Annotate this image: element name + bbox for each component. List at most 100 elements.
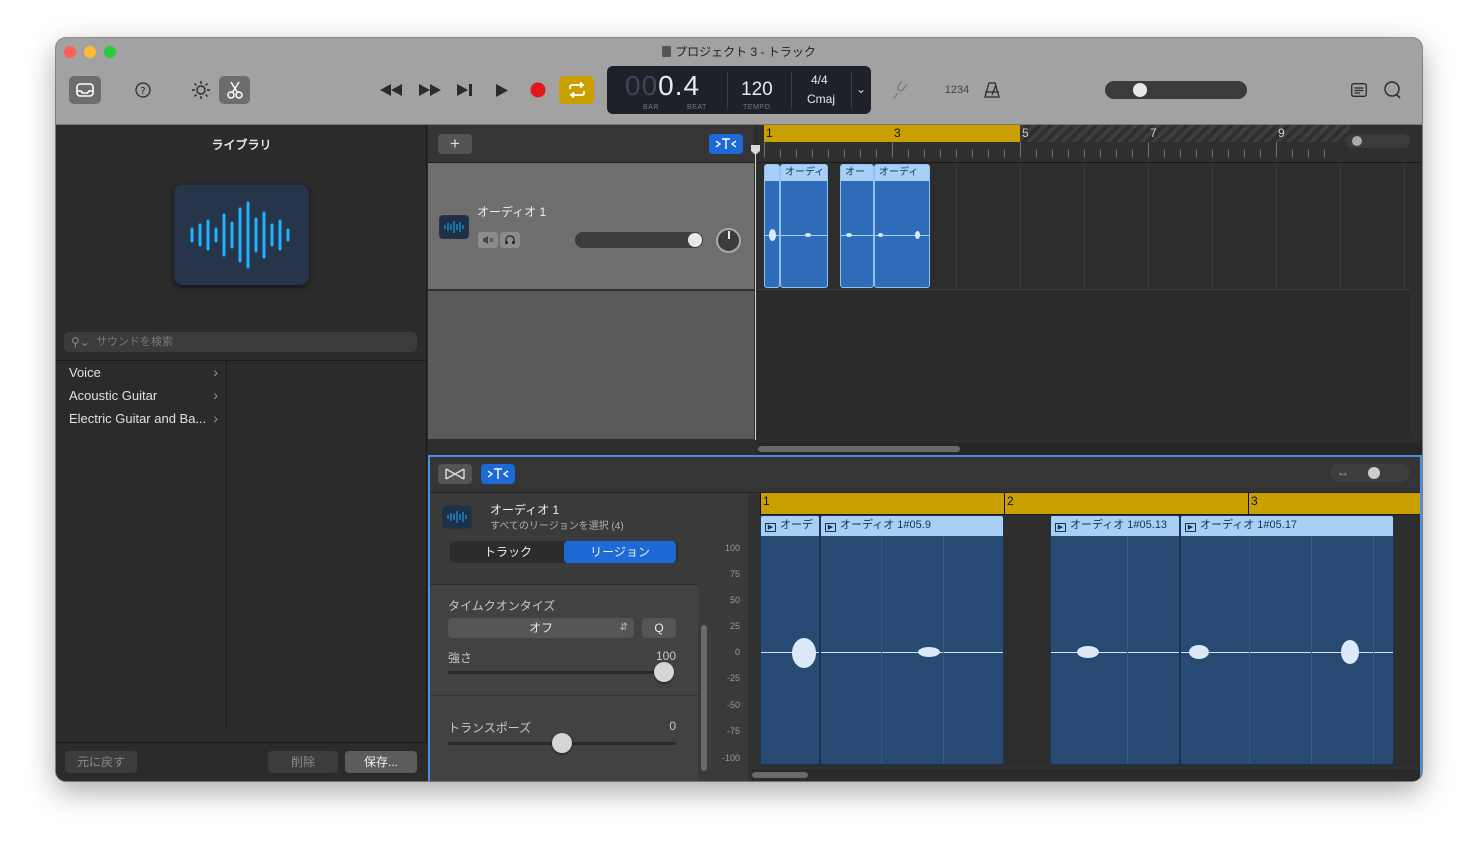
smart-controls-button[interactable]	[189, 79, 213, 101]
audio-region[interactable]	[764, 164, 780, 288]
scissors-icon	[226, 81, 243, 99]
editor-ruler-bar-1: 1	[763, 494, 770, 508]
help-button[interactable]: ?	[133, 80, 153, 100]
audio-editor: ↔ オーディオ 1 すべてのリージョンを選択 (4) トラック リージョン タイ…	[428, 455, 1422, 781]
strength-slider[interactable]	[448, 671, 666, 674]
audio-region[interactable]: オーディ	[874, 164, 930, 288]
lcd-time-signature[interactable]: 4/4	[811, 73, 828, 87]
cycle-region[interactable]	[764, 125, 1020, 142]
transpose-slider-knob[interactable]	[552, 733, 572, 753]
play-region-icon: ▶	[825, 523, 836, 532]
zoom-knob[interactable]	[1352, 136, 1362, 146]
editor-region[interactable]: ▶ オーディオ 1#05.13	[1050, 515, 1180, 765]
editor-ruler-bar-3: 3	[1251, 494, 1258, 508]
add-track-button[interactable]: +	[438, 134, 472, 154]
editor-horizontal-scrollbar[interactable]	[752, 769, 1420, 781]
library-item-acoustic-guitar[interactable]: Acoustic Guitar ›	[56, 384, 226, 407]
count-in-button[interactable]: 1234	[942, 82, 972, 98]
play-region-icon: ▶	[765, 523, 776, 532]
save-button[interactable]: 保存...	[345, 751, 417, 773]
lcd-bar-label: BAR	[643, 104, 659, 111]
db-label: -25	[726, 673, 740, 683]
library-item-electric-guitar[interactable]: Electric Guitar and Ba... ›	[56, 407, 226, 430]
search-input[interactable]: ⚲⌄ サウンドを検索	[64, 332, 417, 352]
loop-browser-button[interactable]	[1382, 79, 1404, 101]
delete-button[interactable]: 削除	[268, 751, 338, 773]
pan-knob[interactable]	[716, 228, 741, 253]
tuning-fork-icon	[893, 81, 908, 99]
horizontal-zoom-slider[interactable]	[1346, 134, 1410, 148]
audio-region[interactable]: オーディ	[780, 164, 828, 288]
editor-region[interactable]: ▶ オーディオ 1#05.9	[820, 515, 1004, 765]
solo-button[interactable]	[500, 232, 520, 248]
catch-playhead-button[interactable]	[709, 134, 743, 154]
db-label: -75	[726, 726, 740, 736]
mute-button[interactable]	[478, 232, 498, 248]
fast-forward-icon	[419, 84, 441, 96]
db-label: 75	[729, 569, 740, 579]
audio-region[interactable]: オー	[840, 164, 874, 288]
inbox-icon	[76, 83, 94, 97]
track-header[interactable]: オーディオ 1	[428, 163, 754, 290]
metronome-icon	[984, 82, 1000, 98]
track-lane[interactable]: オーディ オー オーディ	[758, 163, 1410, 290]
strength-value: 100	[655, 649, 676, 663]
strength-slider-knob[interactable]	[654, 662, 674, 682]
help-icon: ?	[135, 82, 151, 98]
track-volume-knob[interactable]	[688, 233, 702, 247]
window-title: プロジェクト 3 - トラック	[56, 43, 1422, 60]
toolbar: プロジェクト 3 - トラック ? 000.4 BAR BEAT 120 TEM…	[56, 38, 1422, 125]
chevron-right-icon: ›	[213, 387, 218, 403]
revert-button[interactable]: 元に戻す	[65, 751, 137, 773]
editor-inspector: オーディオ 1 すべてのリージョンを選択 (4) トラック リージョン タイムク…	[430, 493, 748, 781]
quantize-button[interactable]: Q	[642, 618, 676, 638]
tab-region[interactable]: リージョン	[564, 541, 676, 563]
ruler-bar-5: 5	[1022, 126, 1029, 140]
lcd-beat-label: BEAT	[687, 104, 707, 111]
time-quantize-label: タイムクオンタイズ	[448, 599, 556, 613]
waveform-area[interactable]: ▶ オーデ ▶ オーディオ 1#05.9 ▶ オーディオ 1#05.13 ▶ オーディオ…	[760, 515, 1420, 767]
go-to-end-button[interactable]	[454, 80, 476, 100]
ruler-bar-1: 1	[766, 126, 773, 140]
library-panel: ライブラリ ⚲⌄ サウンドを検索 Voice › Acoustic Guitar…	[56, 125, 427, 781]
cycle-button[interactable]	[559, 76, 594, 104]
timeline-ruler[interactable]: 1 3 5 7 9	[758, 125, 1422, 163]
editor-zoom-knob[interactable]	[1368, 467, 1380, 479]
record-button[interactable]	[528, 80, 548, 100]
lcd-display[interactable]: 000.4 BAR BEAT 120 TEMPO 4/4 Cmaj ⌄	[607, 66, 871, 114]
library-category-list: Voice › Acoustic Guitar › Electric Guitar …	[56, 361, 227, 729]
audio-track-icon	[442, 505, 472, 529]
lcd-key[interactable]: Cmaj	[807, 92, 835, 106]
tuner-button[interactable]	[889, 79, 913, 101]
db-label: 0	[734, 647, 740, 657]
headphones-icon	[505, 235, 515, 244]
editor-catch-button[interactable]	[481, 464, 515, 484]
library-item-voice[interactable]: Voice ›	[56, 361, 226, 384]
notepad-button[interactable]	[1348, 80, 1370, 100]
editor-ruler[interactable]: 1 2 3	[760, 493, 1420, 515]
metronome-button[interactable]	[981, 79, 1003, 101]
playhead[interactable]	[751, 145, 760, 440]
track-volume-slider[interactable]	[575, 232, 703, 248]
rewind-button[interactable]	[377, 80, 405, 100]
fast-forward-button[interactable]	[416, 80, 444, 100]
lcd-tempo[interactable]: 120	[741, 79, 773, 101]
play-button[interactable]	[492, 80, 512, 100]
time-quantize-popup[interactable]: オフ ⇵	[448, 618, 634, 638]
editor-zoom-slider[interactable]: ↔	[1330, 464, 1410, 482]
lcd-menu-chevron-icon[interactable]: ⌄	[856, 82, 866, 96]
editor-region[interactable]: ▶ オーデ	[760, 515, 820, 765]
tracks-horizontal-scrollbar[interactable]	[758, 443, 1422, 455]
master-volume-slider[interactable]	[1105, 81, 1247, 99]
lcd-position: 000.4	[625, 70, 701, 101]
library-button[interactable]	[69, 76, 101, 104]
record-icon	[530, 82, 546, 98]
flex-time-button[interactable]	[438, 464, 472, 484]
editor-region[interactable]: ▶ オーディオ 1#05.17	[1180, 515, 1394, 765]
search-placeholder: サウンドを検索	[96, 336, 173, 348]
lcd-tempo-label: TEMPO	[743, 104, 771, 111]
editors-button[interactable]	[219, 76, 250, 104]
library-footer: 元に戻す 削除 保存...	[56, 742, 427, 781]
master-volume-knob[interactable]	[1133, 83, 1147, 97]
tab-track[interactable]: トラック	[452, 541, 564, 563]
